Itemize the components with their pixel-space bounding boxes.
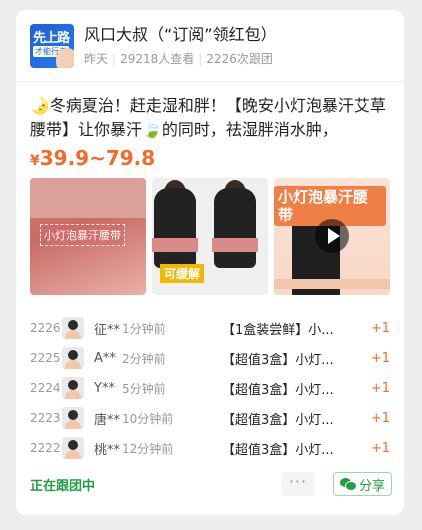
- avatar[interactable]: 先上路 才能行者: [30, 24, 74, 68]
- buyer-avatar: [62, 407, 84, 429]
- order-product: 【超值3盒】小灯...: [222, 442, 334, 458]
- author-title[interactable]: 风口大叔（“订阅”领红包）: [84, 24, 277, 46]
- product-video-thumbnail[interactable]: 小灯泡暴汗腰带: [274, 178, 390, 295]
- order-row[interactable]: 2225 A** 2分钟前 【超值3盒】小灯... +1: [30, 343, 390, 373]
- order-number: 2226: [30, 321, 61, 335]
- order-number: 2224: [30, 381, 61, 395]
- buyer-avatar: [62, 377, 84, 399]
- price-range: ¥39.9~79.8: [16, 142, 404, 172]
- order-time: 12分钟前: [122, 441, 174, 456]
- order-time: 10分钟前: [122, 411, 174, 426]
- order-number: 2223: [30, 411, 61, 425]
- product-image-2[interactable]: 可缓解: [152, 178, 268, 295]
- avatar-text: 先上路: [33, 31, 70, 46]
- order-row[interactable]: 2226 征** 1分钟前 【1盒装尝鲜】小... +1: [30, 313, 390, 343]
- buyer-name: Y**: [94, 380, 115, 396]
- order-count: +1: [370, 350, 390, 366]
- more-button[interactable]: ···: [280, 472, 315, 496]
- order-row[interactable]: 2224 Y** 5分钟前 【超值3盒】小灯... +1: [30, 373, 390, 403]
- price-value: 39.9~79.8: [39, 146, 156, 170]
- buyer-avatar: [62, 437, 84, 459]
- buyer-avatar: [62, 347, 84, 369]
- order-row[interactable]: 2222 桃** 12分钟前 【超值3盒】小灯... +1: [30, 433, 390, 463]
- order-time: 1分钟前: [122, 321, 166, 336]
- play-icon[interactable]: [315, 219, 349, 253]
- share-button[interactable]: 分享: [332, 472, 392, 496]
- wechat-icon: [339, 478, 357, 491]
- product-image-1[interactable]: 小灯泡暴汗腰带: [30, 178, 146, 295]
- avatar-face: [56, 48, 74, 68]
- post-description[interactable]: 🌛冬病夏治！赶走湿和胖！【晚安小灯泡暴汗艾草腰带】让你暴汗🍃的同时，祛湿胖消水肿…: [16, 82, 404, 142]
- order-row[interactable]: 2223 唐** 10分钟前 【超值3盒】小灯... +1: [30, 403, 390, 433]
- price-currency: ¥: [30, 153, 40, 169]
- product-images: 小灯泡暴汗腰带 可缓解 小灯泡暴汗腰带: [16, 172, 404, 295]
- order-count: +1: [370, 320, 390, 336]
- order-product: 【超值3盒】小灯...: [222, 412, 334, 428]
- post-header: 先上路 才能行者 风口大叔（“订阅”领红包） 昨天 | 29218人查看 | 2226次…: [16, 10, 404, 82]
- group-status: 正在跟团中: [30, 478, 96, 494]
- post-time: 昨天: [84, 52, 109, 66]
- buyer-name: 征**: [94, 322, 121, 338]
- order-count: +1: [370, 440, 390, 456]
- buyer-name: 桃**: [94, 442, 121, 458]
- view-count: 29218人查看: [120, 52, 195, 66]
- image-label: 可缓解: [160, 264, 205, 283]
- order-time: 5分钟前: [122, 381, 166, 396]
- post-meta: 昨天 | 29218人查看 | 2226次跟团: [84, 52, 273, 66]
- order-product: 【超值3盒】小灯...: [222, 382, 334, 398]
- join-count: 2226次跟团: [206, 52, 273, 66]
- buyer-name: A**: [94, 350, 116, 366]
- group-buy-card[interactable]: 先上路 才能行者 风口大叔（“订阅”领红包） 昨天 | 29218人查看 | 2226次…: [16, 10, 404, 515]
- buyer-name: 唐**: [94, 412, 121, 428]
- order-number: 2222: [30, 441, 61, 455]
- order-time: 2分钟前: [122, 351, 166, 366]
- card-footer: 正在跟团中 ··· 分享: [16, 471, 404, 497]
- buyer-avatar: [62, 317, 84, 339]
- image-label: 小灯泡暴汗腰带: [40, 224, 125, 246]
- order-number: 2225: [30, 351, 61, 365]
- order-product: 【1盒装尝鲜】小...: [222, 322, 334, 338]
- order-product: 【超值3盒】小灯...: [222, 352, 334, 368]
- order-count: +1: [370, 410, 390, 426]
- order-list: 2226 征** 1分钟前 【1盒装尝鲜】小... +1 2225 A** 2分…: [16, 295, 404, 463]
- share-label: 分享: [358, 478, 385, 494]
- order-count: +1: [370, 380, 390, 396]
